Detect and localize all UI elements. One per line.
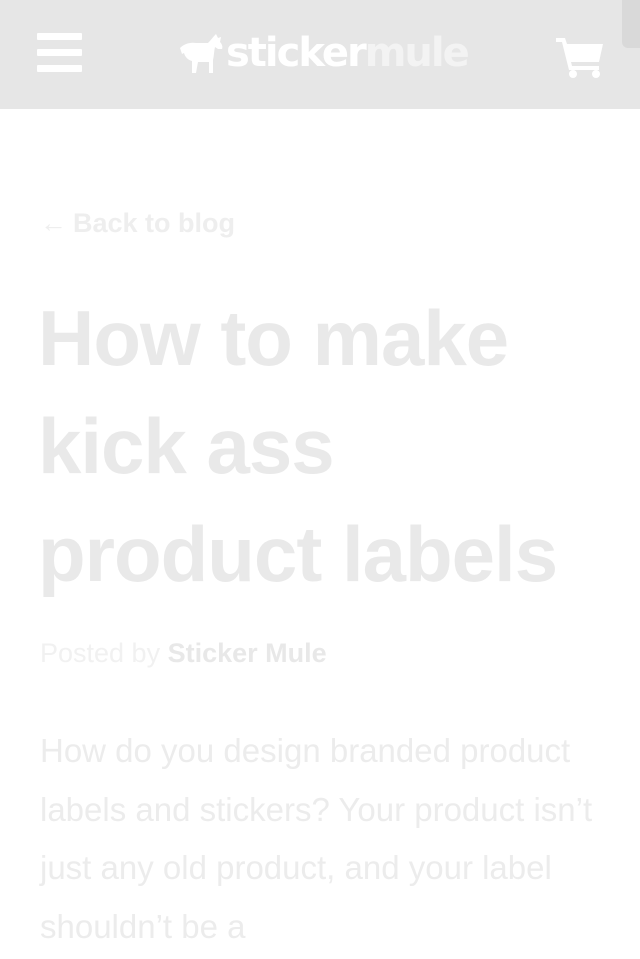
mule-icon: [180, 34, 223, 73]
blog-page: stickermule ← Back to blog How to make ki…: [0, 0, 640, 959]
back-arrow-icon: ←: [40, 208, 67, 238]
menu-bar: [37, 33, 82, 40]
scrollbar-edge: [622, 0, 640, 48]
article-byline: Posted by Sticker Mule: [40, 638, 327, 669]
logo-wordmark: stickermule: [226, 30, 470, 76]
article-body: How do you design branded product labels…: [40, 732, 593, 945]
byline-prefix: Posted by: [40, 638, 161, 668]
hamburger-menu-icon[interactable]: [37, 33, 82, 73]
menu-bar: [37, 49, 82, 56]
site-header: stickermule: [0, 0, 640, 109]
back-to-blog-link[interactable]: ← Back to blog: [40, 208, 235, 239]
logo-text-mule: mule: [364, 30, 470, 76]
byline-author[interactable]: Sticker Mule: [168, 638, 327, 668]
article-title: How to make kick ass product labels: [38, 294, 558, 598]
logo-text-sticker: sticker: [226, 30, 367, 76]
shopping-cart-icon[interactable]: [556, 36, 604, 78]
sticker-mule-logo[interactable]: stickermule: [178, 30, 470, 76]
menu-bar: [37, 65, 82, 72]
back-to-blog-label: Back to blog: [73, 208, 236, 238]
